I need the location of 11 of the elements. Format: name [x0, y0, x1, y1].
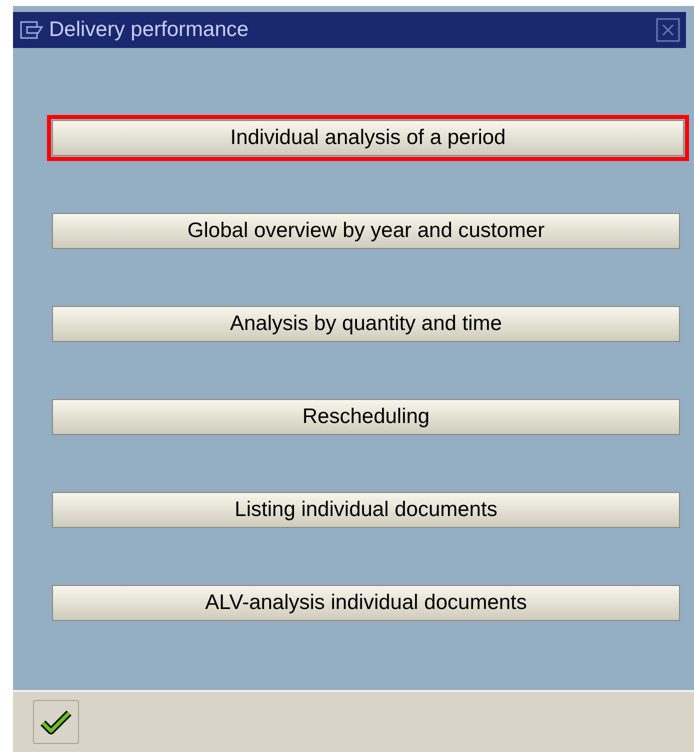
close-icon[interactable] [656, 18, 680, 42]
menu-button[interactable]: Rescheduling [52, 399, 680, 435]
check-icon [40, 708, 72, 736]
menu-button[interactable]: Global overview by year and customer [52, 213, 680, 249]
menu-button[interactable]: Analysis by quantity and time [52, 306, 680, 342]
menu-button[interactable]: ALV-analysis individual documents [52, 585, 680, 621]
window-icon [19, 19, 45, 41]
menu-button[interactable]: Individual analysis of a period [52, 120, 684, 156]
confirm-button[interactable] [33, 700, 79, 744]
window-title: Delivery performance [49, 17, 250, 44]
menu-button[interactable]: Listing individual documents [52, 492, 680, 528]
